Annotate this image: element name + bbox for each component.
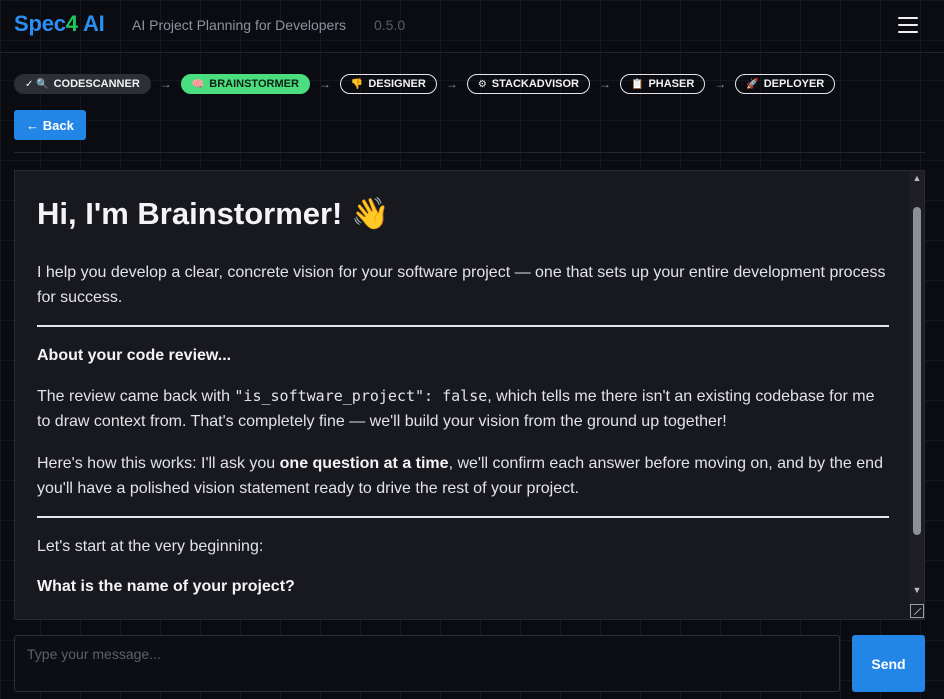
review-heading: About your code review... (37, 343, 889, 368)
step-arrow-icon: → (159, 77, 172, 91)
step-arrow-icon: → (445, 77, 458, 91)
resize-grip-icon[interactable] (910, 604, 924, 618)
start-paragraph: Let's start at the very beginning: (37, 538, 264, 555)
step-designer[interactable]: 👎 DESIGNER (339, 74, 437, 94)
step-label: BRAINSTORMER (209, 78, 299, 90)
step-arrow-icon: → (598, 77, 611, 91)
message-intro: I help you develop a clear, concrete vis… (37, 264, 886, 306)
step-label: PHASER (648, 78, 695, 90)
workflow-steps: ✓ 🔍 CODESCANNER → 🧠 BRAINSTORMER → 👎 DESIGN… (14, 74, 836, 94)
scroll-up-arrow-icon[interactable]: ▲ (909, 173, 924, 185)
back-button[interactable]: ← Back (14, 110, 86, 140)
chat-scrollbar[interactable]: ▲ ▼ (909, 171, 924, 619)
message-title: Hi, I'm Brainstormer! 👋 (37, 196, 390, 231)
step-label: DEPLOYER (763, 78, 825, 90)
check-search-icon: ✓ 🔍 (25, 78, 49, 90)
clipboard-icon: 📋 (630, 78, 644, 90)
message-input[interactable] (14, 635, 840, 692)
logo-text-4: 4 (65, 11, 78, 36)
how-text-start: Here's how this works: I'll ask you (37, 455, 280, 472)
rocket-icon: 🚀 (746, 78, 759, 90)
logo-text-spec: Spec (14, 11, 66, 36)
review-heading-text: About your code review... (37, 347, 232, 364)
step-codescanner[interactable]: ✓ 🔍 CODESCANNER (14, 74, 151, 94)
hamburger-menu-icon[interactable] (898, 17, 918, 35)
step-phaser[interactable]: 📋 PHASER (619, 74, 706, 94)
question-text: What is the name of your project? (37, 578, 295, 595)
how-paragraph: Here's how this works: I'll ask you one … (37, 451, 889, 501)
review-code: "is_software_project": false (234, 387, 488, 405)
step-label: STACKADVISOR (491, 78, 579, 90)
section-divider (14, 152, 925, 153)
step-arrow-icon: → (714, 77, 727, 91)
chat-panel[interactable]: Hi, I'm Brainstormer! 👋 I help you devel… (14, 170, 925, 620)
how-text-bold: one question at a time (279, 455, 449, 472)
scrollbar-thumb[interactable] (913, 207, 921, 535)
step-label: CODESCANNER (53, 78, 140, 90)
gear-icon: ⚙ (477, 78, 487, 90)
app-tagline: AI Project Planning for Developers (132, 17, 346, 33)
step-deployer[interactable]: 🚀 DEPLOYER (735, 74, 836, 94)
scroll-down-arrow-icon[interactable]: ▼ (909, 585, 924, 597)
app-version: 0.5.0 (374, 17, 406, 33)
review-text-start: The review came back with (37, 388, 235, 405)
review-paragraph: The review came back with "is_software_p… (37, 384, 889, 434)
app-header: Spec4 AI AI Project Planning for Develop… (0, 0, 944, 53)
step-arrow-icon: → (318, 77, 331, 91)
message-divider (37, 516, 889, 518)
logo-text-ai: AI (77, 11, 105, 36)
step-stackadvisor[interactable]: ⚙ STACKADVISOR (466, 74, 590, 94)
brain-icon: 🧠 (191, 78, 205, 90)
send-button[interactable]: Send (852, 635, 925, 692)
step-brainstormer[interactable]: 🧠 BRAINSTORMER (180, 74, 310, 94)
question-paragraph: What is the name of your project? (37, 574, 889, 599)
step-label: DESIGNER (368, 78, 426, 90)
app-logo: Spec4 AI (14, 11, 105, 37)
thumbs-down-icon: 👎 (350, 78, 364, 90)
message-divider (37, 325, 889, 327)
